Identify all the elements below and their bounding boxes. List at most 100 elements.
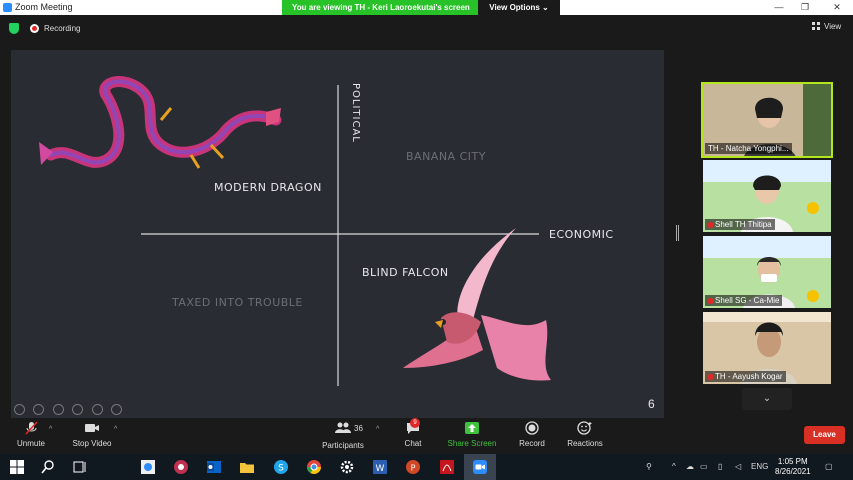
audio-options-caret-icon[interactable]: ^ xyxy=(49,426,52,433)
share-screen-label: Share Screen xyxy=(447,439,497,448)
panel-resize-handle[interactable] xyxy=(676,225,679,241)
view-layout-button[interactable]: View xyxy=(812,22,841,31)
recording-icon xyxy=(30,24,39,33)
record-icon xyxy=(525,421,539,435)
recording-label[interactable]: Recording xyxy=(44,24,80,33)
view-options-button[interactable]: View Options ⌄ xyxy=(478,0,560,15)
zoom-app-icon xyxy=(3,3,12,12)
zoom-taskbar-item[interactable] xyxy=(464,454,496,480)
maximize-button[interactable]: ❐ xyxy=(792,0,818,15)
more-options-icon[interactable] xyxy=(111,404,123,415)
grid-icon xyxy=(812,22,820,30)
video-camera-icon xyxy=(85,424,99,432)
slide-tools xyxy=(14,402,126,415)
meeting-controls-bar: Unmute ^ Stop Video ^ 36 Participants ^ … xyxy=(0,418,853,454)
zoom-icon xyxy=(473,460,487,474)
close-button[interactable]: ✕ xyxy=(824,0,850,15)
volume-icon[interactable]: ◁ xyxy=(735,462,741,471)
reactions-label: Reactions xyxy=(567,439,603,448)
scroll-participants-down-button[interactable]: ⌄ xyxy=(742,388,792,410)
task-view-icon[interactable] xyxy=(72,459,88,475)
leave-meeting-button[interactable]: Leave xyxy=(804,426,845,444)
show-hidden-icons-icon[interactable]: ^ xyxy=(672,462,676,471)
acrobat-icon[interactable] xyxy=(439,459,455,475)
slides-icon[interactable] xyxy=(72,404,84,415)
reactions-button[interactable]: Reactions xyxy=(565,421,605,448)
stop-video-button[interactable]: Stop Video xyxy=(70,421,114,448)
participant-name-text: Shell TH Thitipa xyxy=(715,220,772,229)
slide-page-number: 6 xyxy=(648,397,655,411)
participants-count: 36 xyxy=(354,424,363,433)
record-label: Record xyxy=(519,439,545,448)
muted-mic-icon xyxy=(708,222,713,228)
previous-slide-icon[interactable] xyxy=(14,404,25,415)
unmute-button[interactable]: Unmute xyxy=(12,421,50,448)
network-icon[interactable]: ▭ xyxy=(700,462,708,471)
political-label: POLITICAL xyxy=(350,83,361,143)
viewing-screen-banner: You are viewing TH - Keri Laoroekutai's … xyxy=(282,0,560,15)
shared-screen-slide: MODERN DRAGON BANANA CITY ECONOMIC BLIND… xyxy=(11,50,664,418)
meeting-top-bar: Recording View xyxy=(0,15,853,43)
skype-icon[interactable]: S xyxy=(273,459,289,475)
svg-text:W: W xyxy=(376,464,385,474)
muted-mic-icon xyxy=(708,374,713,380)
participant-name: TH - Natcha Yongphi... xyxy=(705,143,792,154)
people-icon[interactable]: ⚲ xyxy=(646,462,652,471)
unmute-label: Unmute xyxy=(16,439,45,448)
outlook-icon[interactable] xyxy=(206,459,222,475)
svg-text:P: P xyxy=(411,464,416,473)
chevron-down-icon: ⌄ xyxy=(762,393,772,404)
app-icon[interactable] xyxy=(140,459,156,475)
participant-name: TH - Aayush Kogar xyxy=(705,371,786,382)
dragon-illustration xyxy=(39,76,282,169)
clock-time: 1:05 PM xyxy=(777,457,808,466)
emoji-reaction-icon xyxy=(577,421,592,435)
search-icon[interactable] xyxy=(40,459,56,475)
participant-tile[interactable]: TH - Natcha Yongphi... xyxy=(701,82,833,158)
record-button[interactable]: Record xyxy=(515,421,549,448)
participant-name: Shell TH Thitipa xyxy=(705,219,775,230)
zoom-icon[interactable] xyxy=(91,404,103,415)
chrome-icon[interactable] xyxy=(306,459,322,475)
word-icon[interactable]: W xyxy=(372,459,388,475)
input-language[interactable]: ENG xyxy=(751,462,768,471)
file-explorer-icon[interactable] xyxy=(239,459,255,475)
participant-name-text: TH - Aayush Kogar xyxy=(715,372,783,381)
settings-gear-icon[interactable] xyxy=(339,459,355,475)
powerpoint-icon[interactable]: P xyxy=(405,459,421,475)
next-slide-icon[interactable] xyxy=(33,404,45,415)
modern-dragon-label: MODERN DRAGON xyxy=(214,181,322,194)
participant-tile[interactable]: Shell SG - Ca-Mie xyxy=(703,236,831,308)
participants-icon xyxy=(335,422,351,433)
clock-date: 8/26/2021 xyxy=(775,467,811,476)
battery-icon[interactable]: ▯ xyxy=(718,462,722,471)
security-shield-icon[interactable] xyxy=(9,23,19,34)
participants-label: Participants xyxy=(322,441,364,450)
app-icon[interactable] xyxy=(173,459,189,475)
participants-options-caret-icon[interactable]: ^ xyxy=(376,426,379,433)
minimize-button[interactable]: — xyxy=(766,0,792,15)
notifications-icon[interactable]: ▢ xyxy=(825,462,833,471)
share-screen-button[interactable]: Share Screen xyxy=(446,421,498,448)
stop-video-label: Stop Video xyxy=(72,439,112,448)
chat-unread-badge: 9 xyxy=(410,418,420,428)
system-clock[interactable]: 1:05 PM 8/26/2021 xyxy=(775,457,811,477)
blind-falcon-label: BLIND FALCON xyxy=(362,266,449,279)
banana-city-label: BANANA CITY xyxy=(406,150,486,163)
window-title: Zoom Meeting xyxy=(15,2,73,12)
windows-start-icon[interactable] xyxy=(9,459,25,475)
participant-tile[interactable]: TH - Aayush Kogar xyxy=(703,312,831,384)
participant-tile[interactable]: Shell TH Thitipa xyxy=(703,160,831,232)
participant-name: Shell SG - Ca-Mie xyxy=(705,295,783,306)
video-options-caret-icon[interactable]: ^ xyxy=(114,426,117,433)
onedrive-icon[interactable]: ☁ xyxy=(686,462,694,471)
chat-label: Chat xyxy=(404,439,422,448)
muted-microphone-icon xyxy=(25,421,38,435)
window-title-bar: Zoom Meeting You are viewing TH - Keri L… xyxy=(0,0,853,15)
falcon-illustration xyxy=(403,228,551,381)
participants-button[interactable]: 36 Participants xyxy=(318,421,368,450)
chat-button[interactable]: 9 Chat xyxy=(400,418,426,448)
participant-name-text: Shell SG - Ca-Mie xyxy=(715,296,780,305)
share-screen-icon xyxy=(465,422,479,434)
pen-icon[interactable] xyxy=(52,404,64,415)
